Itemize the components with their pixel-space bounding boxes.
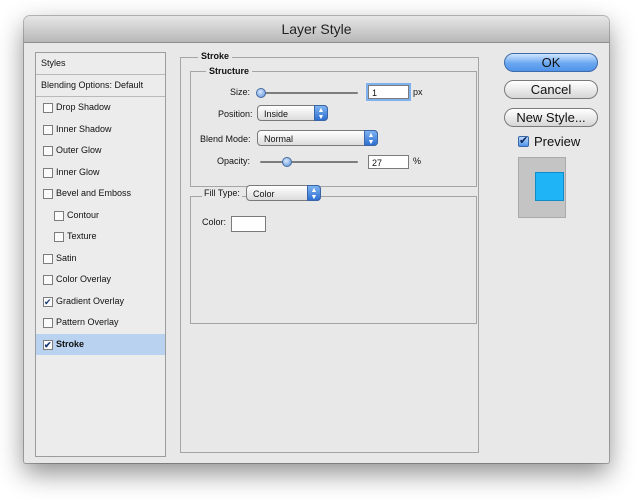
blend-mode-label: Blend Mode: <box>200 134 251 144</box>
size-input[interactable]: 1 <box>368 85 409 99</box>
style-item-checkbox[interactable] <box>43 146 53 156</box>
style-item-checkbox[interactable] <box>43 292 53 313</box>
size-unit: px <box>413 87 423 97</box>
opacity-input[interactable]: 27 <box>368 155 409 169</box>
style-item-checkbox[interactable] <box>54 232 64 242</box>
style-item-checkbox[interactable] <box>43 124 53 135</box>
position-value: Inside <box>264 109 289 119</box>
style-item-label: Pattern Overlay <box>56 317 119 327</box>
style-item-satin[interactable]: Satin <box>36 248 165 270</box>
style-item-label: Texture <box>67 231 97 241</box>
fill-type-label: Fill Type: <box>202 188 242 198</box>
preview-thumbnail <box>518 157 566 218</box>
popup-arrows-icon: ▲ ▼ <box>307 185 321 201</box>
fill-type-value: Color <box>253 189 275 199</box>
style-item-label: Bevel and Emboss <box>56 188 132 198</box>
style-item-checkbox[interactable] <box>43 189 53 199</box>
style-item-checkbox[interactable] <box>54 210 64 221</box>
style-item-checkbox[interactable] <box>43 275 53 285</box>
style-item-stroke[interactable]: Stroke <box>36 333 165 356</box>
fill-type-popup[interactable]: Color ▲ ▼ <box>246 185 321 201</box>
style-item-contour[interactable]: Contour <box>36 205 165 227</box>
ok-button[interactable]: OK <box>504 53 598 72</box>
preview-checkbox[interactable] <box>518 134 529 147</box>
color-swatch[interactable] <box>231 216 266 232</box>
style-item-gradient-overlay[interactable]: Gradient Overlay <box>36 291 165 313</box>
opacity-unit: % <box>413 156 422 166</box>
style-item-drop-shadow[interactable]: Drop Shadow <box>36 97 165 119</box>
style-item-label: Gradient Overlay <box>56 295 125 306</box>
style-item-label: Stroke <box>56 338 85 349</box>
style-items: Drop Shadow Inner Shadow Outer Glow Inner G… <box>36 97 165 356</box>
style-item-label: Color Overlay <box>56 274 112 284</box>
style-item-label: Outer Glow <box>56 145 102 155</box>
style-item-checkbox[interactable] <box>43 103 53 113</box>
style-item-outer-glow[interactable]: Outer Glow <box>36 140 165 162</box>
blending-options-item[interactable]: Blending Options: Default <box>36 75 165 97</box>
style-item-checkbox[interactable] <box>43 335 53 356</box>
opacity-label: Opacity: <box>217 156 251 166</box>
cancel-button[interactable]: Cancel <box>504 80 598 99</box>
style-item-bevel-and-emboss[interactable]: Bevel and Emboss <box>36 183 165 205</box>
structure-title: Structure <box>206 66 253 76</box>
position-popup[interactable]: Inside ▲ ▼ <box>257 105 328 121</box>
style-item-label: Drop Shadow <box>56 102 111 112</box>
style-item-label: Inner Shadow <box>56 123 112 134</box>
size-slider-thumb[interactable] <box>256 88 266 98</box>
style-item-label: Contour <box>67 209 100 220</box>
style-item-inner-glow[interactable]: Inner Glow <box>36 162 165 184</box>
style-item-checkbox[interactable] <box>43 318 53 328</box>
window-title: Layer Style <box>24 16 609 43</box>
size-slider-track[interactable] <box>260 92 358 94</box>
style-item-label: Satin <box>56 252 77 263</box>
style-item-texture[interactable]: Texture <box>36 226 165 248</box>
layer-style-dialog: Layer Style Styles Blending Options: Def… <box>24 16 609 463</box>
color-label: Color: <box>202 217 227 227</box>
style-item-inner-shadow[interactable]: Inner Shadow <box>36 119 165 141</box>
style-item-color-overlay[interactable]: Color Overlay <box>36 269 165 291</box>
style-item-pattern-overlay[interactable]: Pattern Overlay <box>36 312 165 334</box>
size-label: Size: <box>230 87 251 97</box>
popup-arrows-icon: ▲ ▼ <box>364 130 378 146</box>
position-label: Position: <box>218 109 253 119</box>
style-item-checkbox[interactable] <box>43 167 53 178</box>
preview-swatch <box>535 172 564 201</box>
styles-list: Styles Blending Options: Default Drop Sh… <box>35 52 166 457</box>
style-item-label: Inner Glow <box>56 166 100 177</box>
popup-arrows-icon: ▲ ▼ <box>314 105 328 121</box>
new-style-button[interactable]: New Style... <box>504 108 598 127</box>
styles-header[interactable]: Styles <box>36 53 165 75</box>
preview-label: Preview <box>534 134 581 149</box>
opacity-slider-track[interactable] <box>260 161 358 163</box>
stroke-title: Stroke <box>198 51 233 61</box>
style-item-checkbox[interactable] <box>43 253 53 264</box>
blend-mode-value: Normal <box>264 134 294 144</box>
blend-mode-popup[interactable]: Normal ▲ ▼ <box>257 130 378 146</box>
